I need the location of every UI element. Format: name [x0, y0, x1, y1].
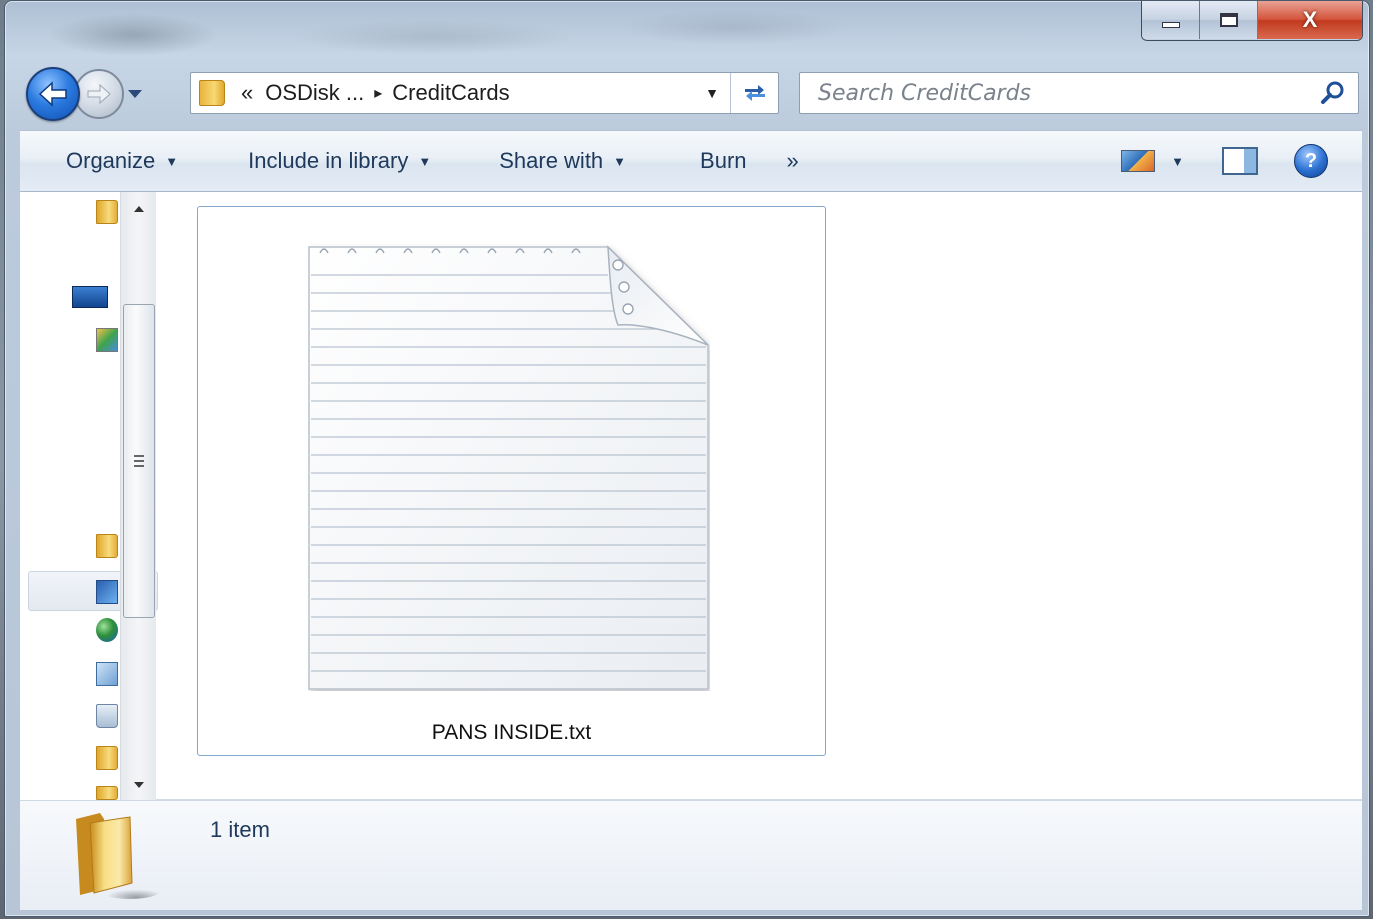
address-bar[interactable]: « OSDisk ... ▸ CreditCards ▼ — [190, 72, 779, 114]
search-button[interactable] — [1308, 73, 1358, 113]
item-count: 1 item — [210, 817, 270, 842]
maximize-button[interactable] — [1200, 1, 1258, 39]
scroll-up-button[interactable] — [121, 194, 157, 224]
file-thumbnail — [308, 241, 710, 691]
more-icon: » — [786, 148, 799, 173]
file-item[interactable]: PANS INSIDE.txt — [197, 206, 826, 756]
recent-pages-dropdown[interactable] — [126, 86, 144, 102]
command-bar: Organize ▼ Include in library ▼ Share wi… — [20, 130, 1362, 192]
folder-icon[interactable] — [96, 200, 118, 224]
navigation-buttons — [26, 67, 144, 121]
recycle-bin-icon[interactable] — [96, 704, 118, 728]
chevron-down-icon: ▼ — [165, 153, 179, 169]
scrollbar-thumb[interactable] — [123, 304, 155, 618]
close-button[interactable]: X — [1258, 1, 1362, 39]
minimize-button[interactable] — [1142, 1, 1200, 39]
burn-button[interactable]: Burn — [684, 139, 762, 183]
caption-buttons: X — [1141, 1, 1363, 41]
burn-label: Burn — [700, 148, 747, 173]
breadcrumb-item-creditcards[interactable]: CreditCards — [392, 80, 509, 106]
back-arrow-icon — [38, 81, 67, 107]
network-icon[interactable] — [96, 618, 118, 642]
grip-icon — [134, 455, 144, 467]
text-document-icon — [308, 245, 709, 690]
chevron-down-icon — [134, 782, 144, 788]
folder-icon[interactable] — [96, 786, 118, 800]
details-pane: 1 item — [20, 800, 1362, 910]
content-area: PANS INSIDE.txt — [20, 192, 1362, 800]
breadcrumb: « OSDisk ... ▸ CreditCards — [241, 80, 510, 106]
forward-button[interactable] — [74, 69, 124, 119]
share-with-label: Share with — [499, 148, 604, 173]
scroll-down-button[interactable] — [121, 770, 157, 800]
minimize-icon — [1161, 22, 1180, 28]
preview-pane-button[interactable] — [1206, 139, 1284, 183]
nav-pane-scrollbar[interactable] — [120, 192, 156, 800]
view-icon — [1121, 150, 1156, 172]
change-view-button[interactable] — [1113, 139, 1163, 183]
folder-icon — [199, 80, 225, 106]
help-button[interactable]: ? — [1284, 139, 1362, 183]
forward-arrow-icon — [87, 83, 111, 105]
more-commands-button[interactable]: » — [771, 139, 815, 183]
control-panel-icon[interactable] — [96, 662, 118, 686]
include-in-library-label: Include in library — [248, 148, 409, 173]
breadcrumb-item-osdisk[interactable]: OSDisk ... — [265, 80, 364, 106]
address-dropdown-button[interactable]: ▼ — [694, 85, 730, 101]
organize-menu[interactable]: Organize ▼ — [50, 139, 194, 183]
chevron-down-icon: ▼ — [705, 85, 719, 101]
chevron-down-icon: ▼ — [418, 153, 432, 169]
maximize-icon — [1219, 13, 1238, 27]
view-controls: ▼ ? — [1113, 139, 1362, 183]
refresh-icon — [744, 85, 765, 101]
back-button[interactable] — [26, 67, 80, 121]
chevron-down-icon — [128, 90, 142, 98]
chevron-down-icon: ▼ — [1171, 153, 1184, 169]
organize-label: Organize — [66, 148, 156, 173]
search-input[interactable] — [818, 74, 1308, 112]
breadcrumb-separator-icon[interactable]: ▸ — [374, 83, 382, 103]
navigation-pane — [20, 192, 158, 800]
libraries-icon[interactable] — [96, 328, 118, 352]
preview-pane-icon — [1222, 147, 1258, 175]
file-name-label[interactable]: PANS INSIDE.txt — [198, 721, 825, 745]
include-in-library-menu[interactable]: Include in library ▼ — [232, 139, 447, 183]
desktop-icon[interactable] — [72, 286, 108, 308]
close-icon: X — [1302, 7, 1318, 32]
breadcrumb-overflow[interactable]: « — [241, 80, 253, 106]
search-icon — [1321, 81, 1344, 104]
chevron-down-icon: ▼ — [613, 153, 627, 169]
folder-icon — [70, 809, 162, 901]
help-icon: ? — [1294, 144, 1328, 178]
search-box — [799, 72, 1359, 114]
computer-icon[interactable] — [96, 580, 118, 604]
chevron-up-icon — [134, 206, 144, 212]
share-with-menu[interactable]: Share with ▼ — [483, 139, 642, 183]
title-bar-glass — [13, 7, 913, 63]
view-options-dropdown[interactable]: ▼ — [1163, 139, 1206, 183]
refresh-button[interactable] — [730, 73, 778, 113]
folder-icon[interactable] — [96, 534, 118, 558]
folder-icon[interactable] — [96, 746, 118, 770]
